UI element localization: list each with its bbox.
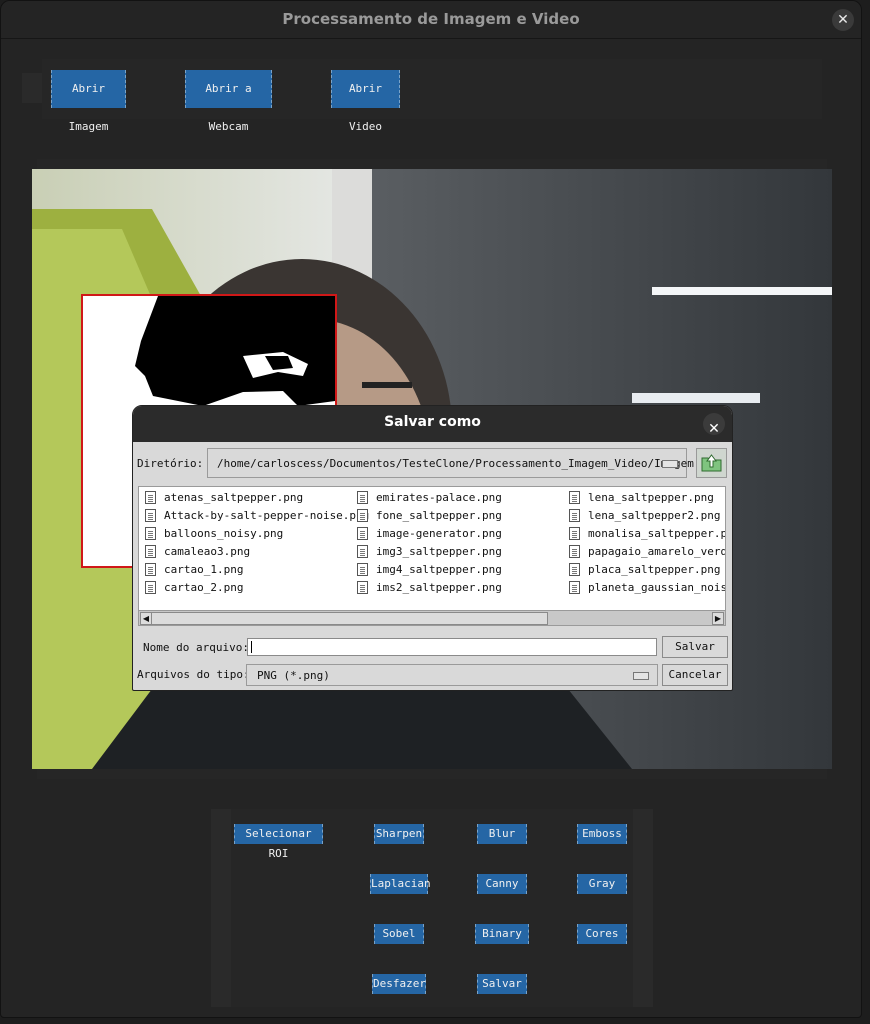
main-window: Processamento de Imagem e Video ✕ Abrir … (0, 0, 862, 1018)
file-item[interactable]: emirates-palace.png (355, 490, 502, 506)
file-name: placa_saltpepper.png (588, 563, 721, 576)
file-icon (569, 491, 580, 504)
file-name: cartao_2.png (164, 581, 244, 594)
file-item[interactable]: camaleao3.png (143, 544, 250, 560)
directory-select[interactable]: /home/carloscess/Documentos/TesteClone/P… (207, 448, 694, 478)
file-item[interactable]: cartao_2.png (143, 580, 243, 596)
file-name: ims2_saltpepper.png (376, 581, 502, 594)
file-icon (357, 545, 368, 558)
file-item[interactable]: image-generator.png (355, 526, 502, 542)
file-item[interactable]: planeta_gaussian_noise.png (567, 580, 725, 596)
file-icon (357, 581, 368, 594)
file-icon (145, 545, 156, 558)
file-name: img4_saltpepper.png (376, 563, 502, 576)
file-name: img3_saltpepper.png (376, 545, 502, 558)
open-video-button[interactable]: Abrir Video (331, 70, 400, 133)
undo-button[interactable]: Desfazer (372, 974, 426, 994)
sharpen-button[interactable]: Sharpen (374, 824, 424, 844)
save-filter-button[interactable]: Salvar (477, 974, 527, 994)
file-name: papagaio_amarelo_verde.png (588, 545, 725, 558)
file-item[interactable]: atenas_saltpepper.png (143, 490, 303, 506)
scroll-right-icon[interactable]: ▶ (712, 612, 724, 625)
file-name: lena_saltpepper.png (588, 491, 714, 504)
file-icon (145, 509, 156, 522)
select-roi-button[interactable]: Selecionar ROI (234, 824, 323, 860)
file-name: emirates-palace.png (376, 491, 502, 504)
dropdown-icon (633, 672, 649, 680)
file-item[interactable]: lena_saltpepper.png (567, 490, 714, 506)
close-icon: ✕ (837, 12, 849, 28)
dialog-title: Salvar como (384, 414, 481, 430)
file-icon (569, 527, 580, 540)
canny-button[interactable]: Canny (477, 874, 527, 894)
close-icon: ✕ (708, 421, 720, 437)
file-name: cartao_1.png (164, 563, 244, 576)
file-item[interactable]: placa_saltpepper.png (567, 562, 720, 578)
file-icon (569, 581, 580, 594)
cancel-button[interactable]: Cancelar (662, 664, 728, 686)
toolbar-frame (42, 59, 822, 119)
filename-label: Nome do arquivo: (143, 641, 249, 654)
open-image-button[interactable]: Abrir Imagem (51, 70, 126, 133)
file-icon (569, 509, 580, 522)
open-webcam-button[interactable]: Abrir a Webcam (185, 70, 272, 133)
title-bar: Processamento de Imagem e Video ✕ (1, 1, 861, 39)
directory-path: /home/carloscess/Documentos/TesteClone/P… (217, 457, 694, 470)
file-icon (357, 491, 368, 504)
blur-button[interactable]: Blur (477, 824, 527, 844)
cores-button[interactable]: Cores (577, 924, 627, 944)
laplacian-button[interactable]: Laplacian (370, 874, 431, 894)
file-item[interactable]: img4_saltpepper.png (355, 562, 502, 578)
file-name: atenas_saltpepper.png (164, 491, 304, 504)
filetype-select[interactable]: PNG (*.png) (246, 664, 658, 686)
file-icon (357, 563, 368, 576)
file-list[interactable]: atenas_saltpepper.png Attack-by-salt-pep… (138, 486, 726, 626)
file-item[interactable]: balloons_noisy.png (143, 526, 283, 542)
sobel-button[interactable]: Sobel (374, 924, 424, 944)
filename-input[interactable] (247, 638, 657, 656)
file-icon (145, 563, 156, 576)
file-item[interactable]: img3_saltpepper.png (355, 544, 502, 560)
file-name: Attack-by-salt-pepper-noise.png (164, 509, 370, 522)
dialog-close-button[interactable]: ✕ (703, 413, 725, 437)
file-item[interactable]: ims2_saltpepper.png (355, 580, 502, 596)
scrollbar-thumb[interactable] (151, 612, 548, 625)
binary-button[interactable]: Binary (475, 924, 529, 944)
file-item[interactable]: lena_saltpepper2.png (567, 508, 720, 524)
file-name: fone_saltpepper.png (376, 509, 502, 522)
window-title: Processamento de Imagem e Video (282, 10, 580, 28)
save-button[interactable]: Salvar (662, 636, 728, 658)
parent-directory-button[interactable] (696, 448, 727, 478)
file-name: monalisa_saltpepper.png (588, 527, 726, 540)
file-icon (145, 527, 156, 540)
file-item[interactable]: cartao_1.png (143, 562, 243, 578)
horizontal-scrollbar[interactable]: ◀ ▶ (139, 610, 725, 625)
gray-button[interactable]: Gray (577, 874, 627, 894)
file-icon (569, 563, 580, 576)
file-icon (569, 545, 580, 558)
file-item[interactable]: Attack-by-salt-pepper-noise.png (143, 508, 369, 524)
file-icon (357, 509, 368, 522)
dialog-title-bar: Salvar como ✕ (133, 406, 732, 442)
file-item[interactable]: fone_saltpepper.png (355, 508, 502, 524)
file-name: image-generator.png (376, 527, 502, 540)
filetype-label: Arquivos do tipo: (137, 668, 250, 681)
text-caret (251, 641, 252, 653)
filetype-value: PNG (*.png) (257, 669, 330, 682)
file-item[interactable]: papagaio_amarelo_verde.png (567, 544, 725, 560)
file-icon (145, 581, 156, 594)
window-close-button[interactable]: ✕ (832, 9, 854, 31)
directory-label: Diretório: (137, 457, 204, 470)
file-icon (357, 527, 368, 540)
folder-up-icon (701, 454, 722, 472)
file-name: lena_saltpepper2.png (588, 509, 721, 522)
file-name: planeta_gaussian_noise.png (588, 581, 725, 594)
save-as-dialog: Salvar como ✕ Diretório: /home/carlosces… (132, 405, 733, 691)
dropdown-icon (662, 460, 678, 468)
emboss-button[interactable]: Emboss (577, 824, 627, 844)
file-name: balloons_noisy.png (164, 527, 284, 540)
file-icon (145, 491, 156, 504)
file-name: camaleao3.png (164, 545, 251, 558)
file-item[interactable]: monalisa_saltpepper.png (567, 526, 726, 542)
